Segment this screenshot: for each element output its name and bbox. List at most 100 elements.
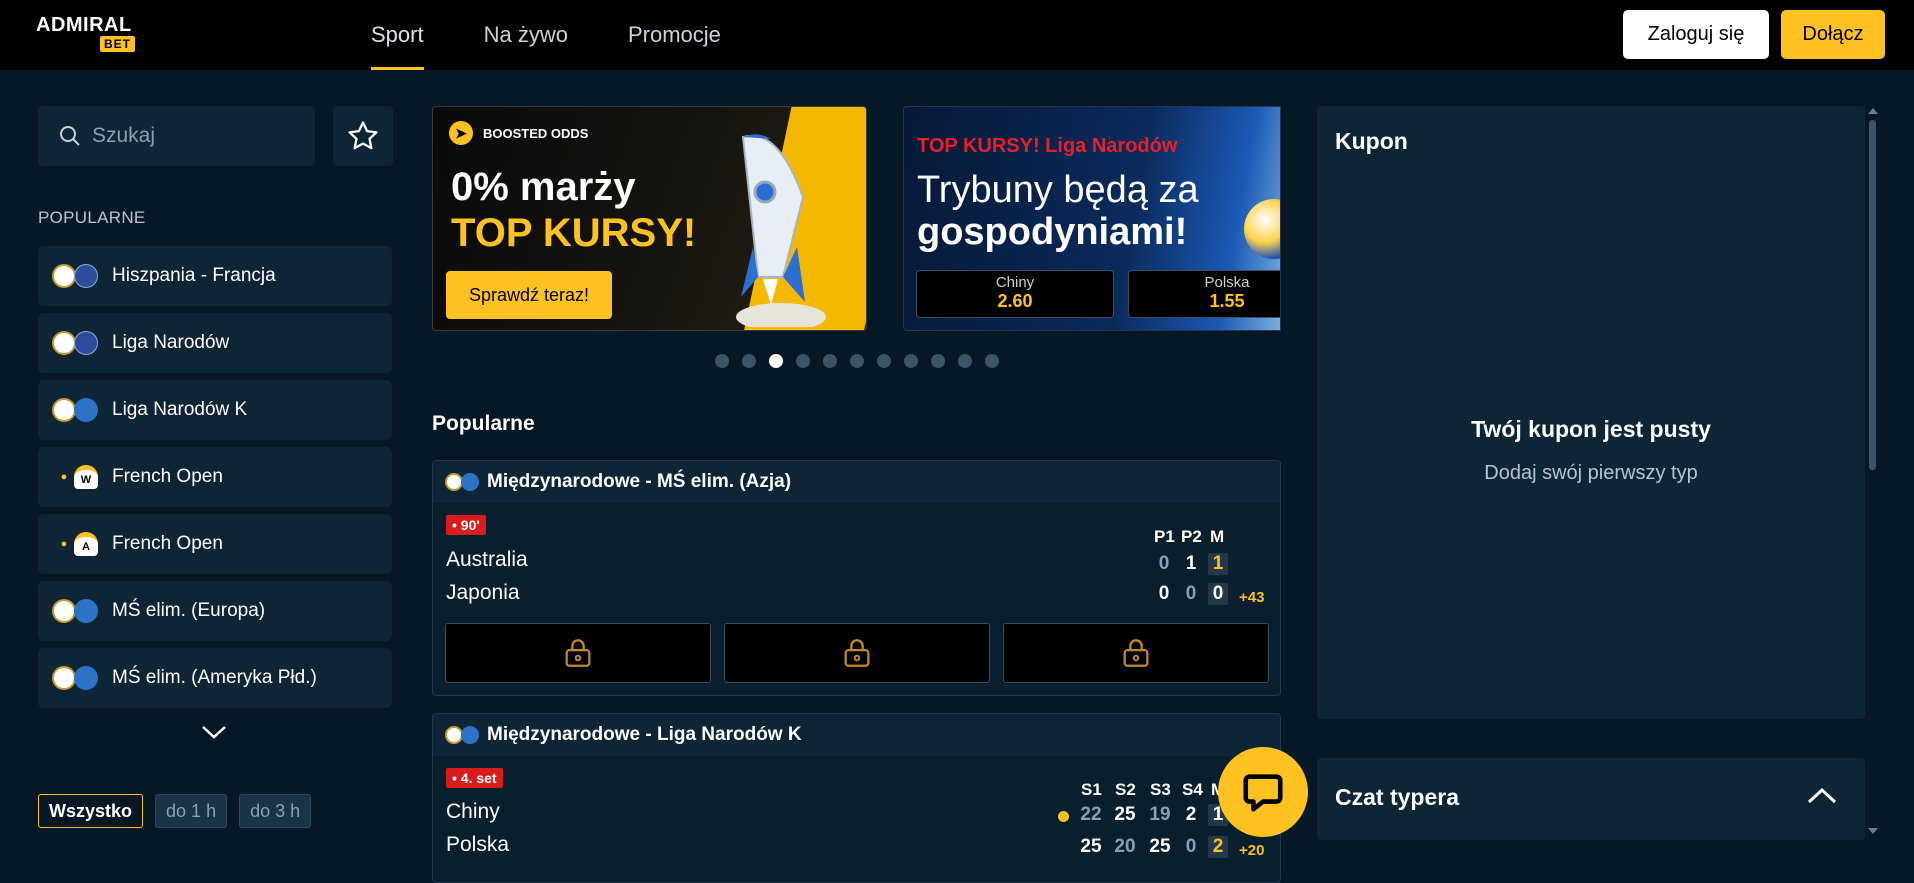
sidebar-item-liga-narodow[interactable]: Liga Narodów bbox=[38, 313, 392, 373]
filter-3h[interactable]: do 3 h bbox=[239, 794, 312, 828]
carousel-dot[interactable] bbox=[904, 354, 918, 368]
filter-all[interactable]: Wszystko bbox=[38, 794, 144, 828]
league-name: Międzynarodowe - MŚ elim. (Azja) bbox=[487, 471, 792, 492]
sidebar-item-liga-narodow-k[interactable]: Liga Narodów K bbox=[38, 380, 392, 440]
team-name-home: Chiny bbox=[446, 800, 500, 823]
search-input[interactable] bbox=[92, 124, 292, 148]
odds-button-polska[interactable]: Polska 1.55 bbox=[1128, 270, 1280, 318]
banner-headline: Trybuny będą za bbox=[917, 169, 1199, 211]
odds-button-locked[interactable] bbox=[724, 623, 990, 683]
football-icon bbox=[52, 599, 76, 623]
score-cell-main: 0 bbox=[1208, 583, 1228, 605]
score-header: S2 bbox=[1115, 780, 1136, 799]
carousel-dot[interactable] bbox=[742, 354, 756, 368]
score-cell-main: 1 bbox=[1208, 553, 1228, 575]
banner-headline-bold: gospodyniami! bbox=[917, 211, 1188, 253]
banner-headline-accent: TOP KURSY! bbox=[451, 211, 697, 255]
chat-title: Czat typera bbox=[1335, 784, 1459, 810]
check-now-button[interactable]: Sprawdź teraz! bbox=[446, 271, 612, 319]
sidebar-item-french-open-w[interactable]: ● W French Open bbox=[38, 447, 392, 507]
tipster-chat-panel[interactable]: Czat typera bbox=[1317, 758, 1865, 840]
filter-1h[interactable]: do 1 h bbox=[155, 794, 228, 828]
odds-button-locked[interactable] bbox=[1003, 623, 1269, 683]
event-league-header[interactable]: Międzynarodowe - MŚ elim. (Azja) bbox=[433, 461, 1280, 503]
live-status-badge: • 4. set bbox=[446, 768, 503, 788]
sidebar-item-label: MŚ elim. (Ameryka Płd.) bbox=[112, 667, 317, 688]
nav-promotions[interactable]: Promocje bbox=[628, 0, 721, 70]
event-card: Międzynarodowe - Liga Narodów K • 4. set… bbox=[432, 713, 1281, 883]
atp-tag-icon: A bbox=[74, 532, 98, 556]
odds-button-chiny[interactable]: Chiny 2.60 bbox=[916, 270, 1114, 318]
scroll-up-arrow-icon[interactable] bbox=[1868, 108, 1878, 114]
join-button[interactable]: Dołącz bbox=[1781, 10, 1885, 59]
carousel-dot[interactable] bbox=[796, 354, 810, 368]
live-chat-button[interactable] bbox=[1218, 747, 1308, 837]
sidebar-item-label: Hiszpania - Francja bbox=[112, 265, 276, 286]
carousel-dot[interactable] bbox=[850, 354, 864, 368]
score-cell: 0 bbox=[1158, 583, 1170, 604]
score-header: S4 bbox=[1182, 780, 1203, 799]
sidebar-item-french-open-a[interactable]: ● A French Open bbox=[38, 514, 392, 574]
football-icon bbox=[52, 331, 76, 355]
logo-word: ADMIRAL bbox=[36, 14, 132, 36]
odds-button-locked[interactable] bbox=[445, 623, 711, 683]
more-markets-count[interactable]: +20 bbox=[1239, 842, 1264, 859]
banner-liga-narodow[interactable]: TOP KURSY! Liga Narodów Trybuny będą za … bbox=[903, 106, 1281, 331]
sidebar-item-label: MŚ elim. (Europa) bbox=[112, 600, 266, 621]
banner-boosted-odds[interactable]: ➤ BOOSTED ODDS 0% marży TOP KURSY! Spraw… bbox=[432, 106, 867, 331]
sidebar-item-ms-elim-ameryka[interactable]: MŚ elim. (Ameryka Płd.) bbox=[38, 648, 392, 708]
carousel-dot[interactable] bbox=[877, 354, 891, 368]
nav-live[interactable]: Na żywo bbox=[484, 0, 568, 70]
football-icon bbox=[52, 666, 76, 690]
show-more-chevron-icon[interactable] bbox=[199, 722, 229, 742]
score-cell: 20 bbox=[1114, 836, 1136, 857]
carousel-dot-active[interactable] bbox=[769, 354, 783, 368]
sidebar-item-ms-elim-europa[interactable]: MŚ elim. (Europa) bbox=[38, 581, 392, 641]
star-icon bbox=[348, 121, 378, 150]
sidebar-item-label: Liga Narodów K bbox=[112, 399, 248, 420]
nav-sport[interactable]: Sport bbox=[371, 0, 424, 70]
carousel-dots bbox=[715, 354, 1012, 368]
right-panel-scrollbar[interactable] bbox=[1868, 106, 1878, 836]
event-league-header[interactable]: Międzynarodowe - Liga Narodów K bbox=[433, 714, 1280, 756]
main-nav: Sport Na żywo Promocje bbox=[371, 0, 781, 70]
score-cell: 25 bbox=[1080, 836, 1102, 857]
serving-indicator-icon bbox=[1058, 811, 1069, 822]
score-cell: 2 bbox=[1185, 804, 1197, 825]
scrollbar-thumb[interactable] bbox=[1869, 120, 1876, 470]
rocket-illustration bbox=[736, 134, 826, 327]
odds-value: 1.55 bbox=[1209, 291, 1245, 311]
score-cell: 22 bbox=[1080, 804, 1102, 825]
carousel-dot[interactable] bbox=[715, 354, 729, 368]
lock-icon bbox=[844, 639, 870, 667]
chevron-up-icon[interactable] bbox=[1805, 784, 1839, 808]
team-name-away: Polska bbox=[446, 833, 510, 856]
carousel-dot[interactable] bbox=[931, 354, 945, 368]
search-box[interactable] bbox=[38, 106, 315, 166]
carousel-dot[interactable] bbox=[985, 354, 999, 368]
globe-icon bbox=[461, 473, 479, 491]
search-icon bbox=[60, 126, 80, 146]
time-filters: Wszystko do 1 h do 3 h bbox=[38, 794, 323, 828]
tennis-player-icon: ● bbox=[60, 471, 68, 483]
scroll-down-arrow-icon[interactable] bbox=[1868, 828, 1878, 834]
carousel-dot[interactable] bbox=[823, 354, 837, 368]
popular-section-title: POPULARNE bbox=[38, 208, 146, 227]
admiral-bet-logo[interactable]: ADMIRAL BET bbox=[36, 15, 146, 55]
lock-icon bbox=[1123, 639, 1149, 667]
score-cell: 0 bbox=[1185, 836, 1197, 857]
odds-value: 2.60 bbox=[997, 291, 1033, 311]
carousel-dot[interactable] bbox=[958, 354, 972, 368]
score-cell: 19 bbox=[1149, 804, 1171, 825]
event-card: Międzynarodowe - MŚ elim. (Azja) • 90' P… bbox=[432, 460, 1281, 696]
globe-icon bbox=[74, 666, 98, 690]
sidebar-item-hiszpania-francja[interactable]: Hiszpania - Francja bbox=[38, 246, 392, 306]
login-button[interactable]: Zaloguj się bbox=[1623, 10, 1769, 59]
favorites-button[interactable] bbox=[333, 106, 393, 166]
bet-slip-panel: Kupon Twój kupon jest pusty Dodaj swój p… bbox=[1317, 106, 1865, 719]
more-markets-count[interactable]: +43 bbox=[1239, 589, 1264, 606]
odds-team-name: Polska bbox=[1204, 274, 1250, 291]
tennis-player-icon: ● bbox=[60, 538, 68, 550]
score-cell: 0 bbox=[1158, 553, 1170, 574]
globe-icon bbox=[74, 599, 98, 623]
